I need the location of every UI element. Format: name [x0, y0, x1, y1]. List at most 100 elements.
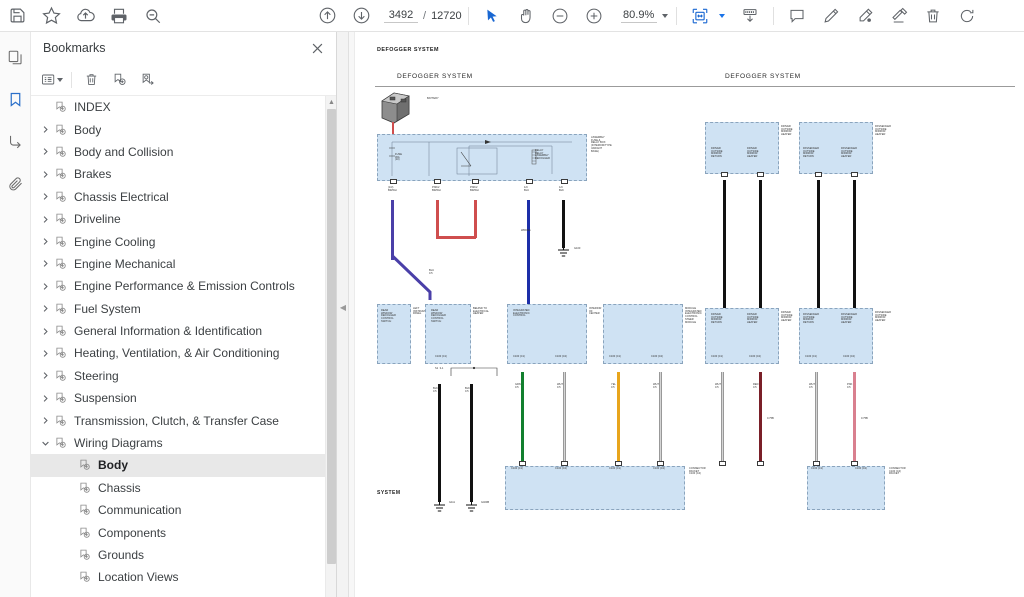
chevron-right-icon[interactable]: [37, 368, 53, 384]
chevron-right-icon[interactable]: [37, 345, 53, 361]
passenger-mirror-heater-label: PASSENGER OUTSIDE MIRROR HEATER: [841, 147, 857, 159]
search-minus-icon[interactable]: [136, 1, 170, 31]
cloud-upload-icon[interactable]: [68, 1, 102, 31]
bookmark-item-label: Body: [98, 458, 128, 473]
document-viewport[interactable]: DEFOGGER SYSTEM DEFOGGER SYSTEM DEFOGGER…: [349, 32, 1024, 597]
rail-attachments[interactable]: [2, 170, 28, 196]
passenger-mirror-mid-b: PASSENGER OUTSIDE MIRROR HEATER: [841, 313, 857, 325]
fit-dropdown-chevron-down-icon[interactable]: [718, 13, 725, 18]
chevron-right-icon[interactable]: [37, 234, 53, 250]
zoom-in-icon[interactable]: [577, 1, 611, 31]
bookmarks-panel-title: Bookmarks: [43, 41, 106, 55]
wire-white-4: [815, 372, 818, 466]
bookmark-item-body[interactable]: Body: [31, 454, 325, 477]
bookmark-item-components[interactable]: Components: [31, 521, 325, 543]
bookmark-item-label: Steering: [74, 368, 119, 383]
bookmark-item-suspension[interactable]: Suspension: [31, 387, 325, 409]
bookmarks-scrollbar[interactable]: ▲: [325, 96, 336, 597]
bookmark-item-label: Body: [74, 122, 102, 137]
bookmark-item-engine-cooling[interactable]: Engine Cooling: [31, 230, 325, 252]
bookmark-item-label: General Information & Identification: [74, 324, 263, 339]
rotate-icon[interactable]: [950, 1, 984, 31]
chevron-right-icon[interactable]: [37, 301, 53, 317]
zoom-level-selector[interactable]: 80.9%: [620, 8, 668, 23]
chevron-right-icon[interactable]: [37, 189, 53, 205]
bookmark-item-location-views[interactable]: Location Views: [31, 566, 325, 588]
chevron-right-icon[interactable]: [37, 166, 53, 182]
terminal-stub-5: [719, 461, 726, 466]
zoom-out-icon[interactable]: [543, 1, 577, 31]
bookmark-item-communication[interactable]: Communication: [31, 499, 325, 521]
bookmark-item-index[interactable]: INDEX: [31, 96, 325, 118]
bookmark-icon: [53, 211, 69, 227]
wire-black-right: [470, 384, 473, 502]
rail-signature[interactable]: [2, 128, 28, 154]
passenger-mirror-top-label: PASSENGER OUTSIDE MIRROR HEATER: [875, 125, 891, 137]
bookmark-item-label: Grounds: [98, 548, 145, 562]
chevron-right-icon[interactable]: [37, 256, 53, 272]
close-icon[interactable]: [308, 39, 326, 57]
bookmark-options-icon[interactable]: [39, 68, 65, 92]
print-icon[interactable]: [102, 1, 136, 31]
chevron-right-icon[interactable]: [37, 122, 53, 138]
panel-splitter[interactable]: ◀: [337, 32, 349, 597]
rail-pages[interactable]: [2, 44, 28, 70]
chevron-right-icon[interactable]: [37, 413, 53, 429]
bookmark-item-chassis[interactable]: Chassis: [31, 477, 325, 499]
rail-bookmarks[interactable]: [2, 86, 28, 112]
bookmark-item-wiring-diagrams[interactable]: Wiring Diagrams: [31, 432, 325, 454]
bookmark-item-general-information-identification[interactable]: General Information & Identification: [31, 320, 325, 342]
bookmark-item-grounds[interactable]: Grounds: [31, 544, 325, 566]
chevron-right-icon[interactable]: [37, 390, 53, 406]
chevron-right-icon[interactable]: [37, 323, 53, 339]
module-2-text: REAR WINDOW DEFOGGER CONTROL SWITCH: [431, 309, 446, 323]
bookmark-item-steering[interactable]: Steering: [31, 365, 325, 387]
goto-bookmark-icon[interactable]: [134, 68, 160, 92]
bookmark-item-driveline[interactable]: Driveline: [31, 208, 325, 230]
chevron-right-icon[interactable]: [37, 211, 53, 227]
collapse-left-icon[interactable]: ◀: [337, 296, 349, 318]
chevron-right-icon[interactable]: [37, 144, 53, 160]
arrow-up-circle-icon[interactable]: [310, 1, 344, 31]
bookmark-item-fuel-system[interactable]: Fuel System: [31, 298, 325, 320]
bookmark-item-label: Wiring Diagrams: [74, 436, 163, 451]
bookmark-item-chassis-electrical[interactable]: Chassis Electrical: [31, 186, 325, 208]
driver-mirror-return-label: DRIVER OUTSIDE MIRROR RETURN: [711, 147, 723, 159]
bookmark-item-label: Suspension: [74, 391, 137, 406]
save-icon[interactable]: [0, 1, 34, 31]
connector-panel-left: [505, 466, 685, 510]
chevron-right-icon[interactable]: [37, 278, 53, 294]
module-3-side-text: INTERIOR OF CENTER: [589, 307, 602, 316]
bookmark-item-transmission-clutch-transfer-case[interactable]: Transmission, Clutch, & Transfer Case: [31, 409, 325, 431]
highlight-pen-icon[interactable]: [814, 1, 848, 31]
add-bookmark-icon[interactable]: [106, 68, 132, 92]
bookmark-item-brakes[interactable]: Brakes: [31, 163, 325, 185]
bookmark-icon: [53, 99, 69, 115]
select-cursor-icon[interactable]: [475, 1, 509, 31]
toolbar-annotation-group: [780, 1, 984, 31]
bookmark-item-heating-ventilation-air-conditioning[interactable]: Heating, Ventilation, & Air Conditioning: [31, 342, 325, 364]
bookmark-item-body[interactable]: Body: [31, 118, 325, 140]
hand-pan-icon[interactable]: [509, 1, 543, 31]
bookmarks-tree[interactable]: INDEX Body Body and Collision Brakes Chassis…: [31, 96, 336, 597]
bookmark-item-engine-performance-emission-controls[interactable]: Engine Performance & Emission Controls: [31, 275, 325, 297]
comment-icon[interactable]: [780, 1, 814, 31]
bookmark-item-engine-mechanical[interactable]: Engine Mechanical: [31, 253, 325, 275]
star-icon[interactable]: [34, 1, 68, 31]
wire-white-2-label: WHT 0.5: [653, 383, 659, 389]
ink-pen-icon[interactable]: [848, 1, 882, 31]
current-page-input[interactable]: [384, 8, 418, 23]
page-layout-icon[interactable]: [733, 1, 767, 31]
delete-bookmark-icon[interactable]: [78, 68, 104, 92]
bookmark-item-body-and-collision[interactable]: Body and Collision: [31, 141, 325, 163]
fit-page-icon[interactable]: [683, 1, 717, 31]
chevron-down-icon[interactable]: [37, 435, 53, 451]
stamp-icon[interactable]: [882, 1, 916, 31]
arrow-down-circle-icon[interactable]: [344, 1, 378, 31]
scroll-up-arrow-icon[interactable]: ▲: [326, 96, 336, 108]
scrollbar-thumb[interactable]: [327, 109, 336, 564]
wire-darkred-1-gauge: 0.75B: [767, 417, 774, 420]
trash-icon[interactable]: [916, 1, 950, 31]
fuse-relay-box-label: ASSEMBLY FUSE & RELAY BOX (INTERIOR/TYPE…: [591, 136, 612, 153]
bookmark-item-label: Engine Performance & Emission Controls: [74, 279, 295, 294]
